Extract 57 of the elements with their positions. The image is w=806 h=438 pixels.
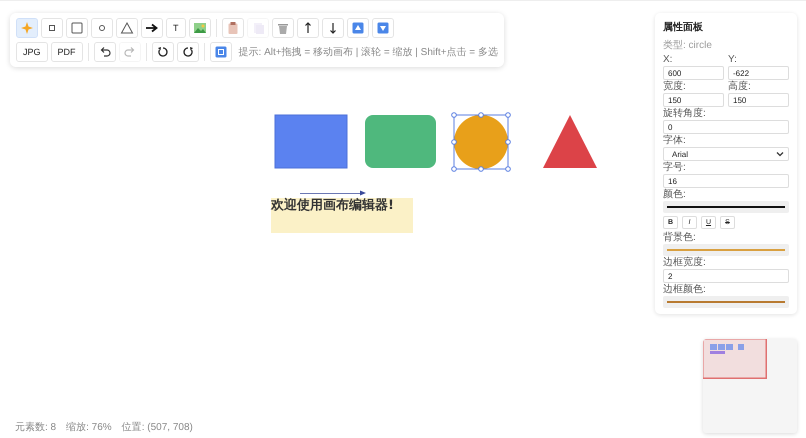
minimap[interactable] [703,339,797,433]
field-label: 字体: [663,135,687,147]
color-picker[interactable] [663,244,789,256]
tool-button[interactable] [176,42,199,62]
tool-button[interactable] [66,18,88,38]
rotate-right-icon [180,45,195,59]
tool-button[interactable] [94,42,116,62]
field-label: 字号: [663,162,687,174]
tool-button[interactable] [322,18,344,38]
font-dropdown[interactable]: Arial [663,147,789,161]
color-picker[interactable] [663,201,789,213]
field-label: 高度: [728,81,752,93]
status-text: 元素数: 8 [15,420,56,434]
clipboard-icon [226,21,240,35]
rotate-left-icon [156,45,170,59]
minimap-drawing [703,339,767,379]
canvas-text[interactable]: 欢迎使用画布编辑器! [271,198,394,213]
arrow-icon [145,21,159,35]
input-field[interactable]: 150 [663,93,724,107]
hint-text: 提示: Alt+拖拽 = 移动画布 | 滚轮 = 缩放 | Shift+点击 = 多选 [238,46,498,59]
input-field[interactable]: 150 [728,93,789,107]
tool-button[interactable] [152,42,174,62]
trash-icon [276,21,290,35]
triangle-icon [120,21,134,35]
field-label: X: [663,54,674,66]
type-label: 类型: circle [663,38,713,52]
field-label: 边框颜色: [663,284,707,296]
field-label: 边框宽度: [663,257,707,269]
field-label: 宽度: [663,81,687,93]
square-icon [70,21,84,35]
sparkle-icon [20,21,34,35]
status-text: 位置: (507, 708) [122,420,193,434]
tool-button[interactable] [141,18,163,38]
frame-icon [214,45,228,59]
field-label: 颜色: [663,189,687,201]
tool-button[interactable]: T [166,18,186,38]
redo-icon [122,45,137,59]
tool-button[interactable]: PDF [50,42,83,62]
input-field[interactable]: -622 [728,66,789,80]
triangle-shape[interactable] [543,115,597,168]
tool-button[interactable]: JPG [16,42,48,62]
arrow-shape[interactable] [300,190,366,196]
tool-button[interactable] [116,18,138,38]
panel-title: 属性面板 [663,20,704,34]
tool-button[interactable] [41,18,63,38]
status-text: 缩放: 76% [66,420,112,434]
field-label: Y: [728,54,738,66]
image-icon [192,21,206,35]
input-field[interactable]: 600 [663,66,724,80]
tool-button[interactable] [296,18,318,38]
chevron-down-icon [776,151,784,157]
field-label: 背景色: [663,232,697,244]
field-label: 旋转角度: [663,108,707,120]
input-field[interactable]: 16 [663,174,789,188]
color-picker[interactable] [663,296,789,308]
input-field[interactable]: 2 [663,269,789,283]
input-field[interactable]: 0 [663,120,789,134]
